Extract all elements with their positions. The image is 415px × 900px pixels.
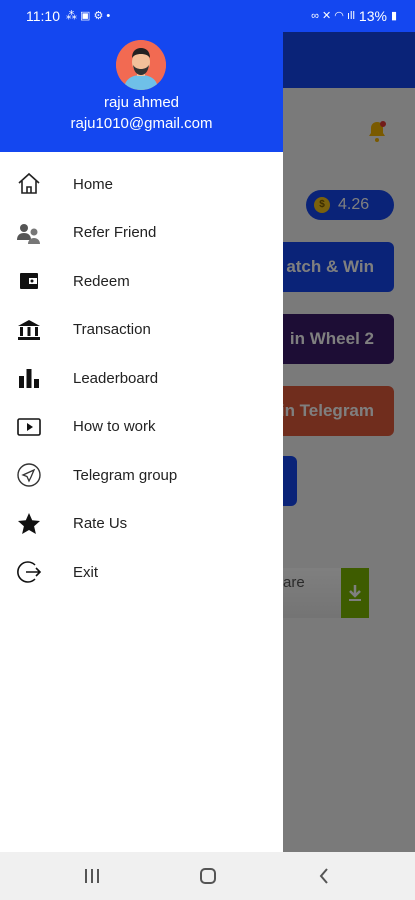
home-circle-icon xyxy=(200,868,216,884)
menu-item-home[interactable]: Home xyxy=(0,160,283,209)
user-email: raju1010@gmail.com xyxy=(70,115,213,132)
signal-icons: ∞ ✕ ◠ ıll xyxy=(311,10,355,22)
user-name: raju ahmed xyxy=(103,94,180,111)
bar-chart-icon xyxy=(16,365,42,391)
refer-friend-icon xyxy=(16,220,42,246)
menu-label: Exit xyxy=(73,563,99,581)
menu-item-transaction[interactable]: Transaction xyxy=(0,306,283,355)
status-left: 11:10 ⁂ ▣ ⚙ • xyxy=(26,8,110,24)
back-chevron-icon xyxy=(319,868,328,884)
star-icon xyxy=(16,511,42,537)
navigation-drawer: raju ahmed raju1010@gmail.com Home Refer… xyxy=(0,32,283,852)
clock: 11:10 xyxy=(26,8,60,24)
status-right: ∞ ✕ ◠ ıll 13% ▮ xyxy=(311,8,397,24)
menu-item-telegram-group[interactable]: Telegram group xyxy=(0,451,283,500)
menu-item-refer-friend[interactable]: Refer Friend xyxy=(0,209,283,258)
menu-label: Rate Us xyxy=(73,515,128,533)
menu-item-rate-us[interactable]: Rate Us xyxy=(0,500,283,549)
menu-item-exit[interactable]: Exit xyxy=(0,548,283,597)
menu-item-how-to-work[interactable]: How to work xyxy=(0,403,283,452)
battery-percent: 13% xyxy=(358,8,387,24)
play-video-icon xyxy=(16,414,42,440)
drawer-menu: Home Refer Friend Redeem Transaction Lea… xyxy=(0,160,283,597)
exit-icon xyxy=(16,559,42,585)
battery-icon: ▮ xyxy=(390,10,397,22)
wallet-icon xyxy=(16,268,42,294)
telegram-icon xyxy=(16,462,42,488)
menu-item-leaderboard[interactable]: Leaderboard xyxy=(0,354,283,403)
menu-item-redeem[interactable]: Redeem xyxy=(0,257,283,306)
avatar xyxy=(116,40,166,90)
home-icon xyxy=(16,171,42,197)
bank-icon xyxy=(16,317,42,343)
menu-label: Redeem xyxy=(73,272,130,290)
menu-label: Leaderboard xyxy=(73,369,159,387)
menu-label: Transaction xyxy=(73,321,151,339)
drawer-header: raju ahmed raju1010@gmail.com xyxy=(0,32,283,152)
system-nav-bar xyxy=(0,852,415,900)
menu-label: How to work xyxy=(73,418,156,436)
notification-icons: ⁂ ▣ ⚙ • xyxy=(66,10,111,22)
recent-apps-icon xyxy=(85,869,99,883)
home-button[interactable] xyxy=(188,864,228,888)
menu-label: Home xyxy=(73,175,114,193)
menu-label: Telegram group xyxy=(73,466,178,484)
menu-label: Refer Friend xyxy=(73,224,157,242)
back-button[interactable] xyxy=(304,864,344,888)
status-bar: 11:10 ⁂ ▣ ⚙ • ∞ ✕ ◠ ıll 13% ▮ xyxy=(0,0,415,32)
recent-apps-button[interactable] xyxy=(72,864,112,888)
